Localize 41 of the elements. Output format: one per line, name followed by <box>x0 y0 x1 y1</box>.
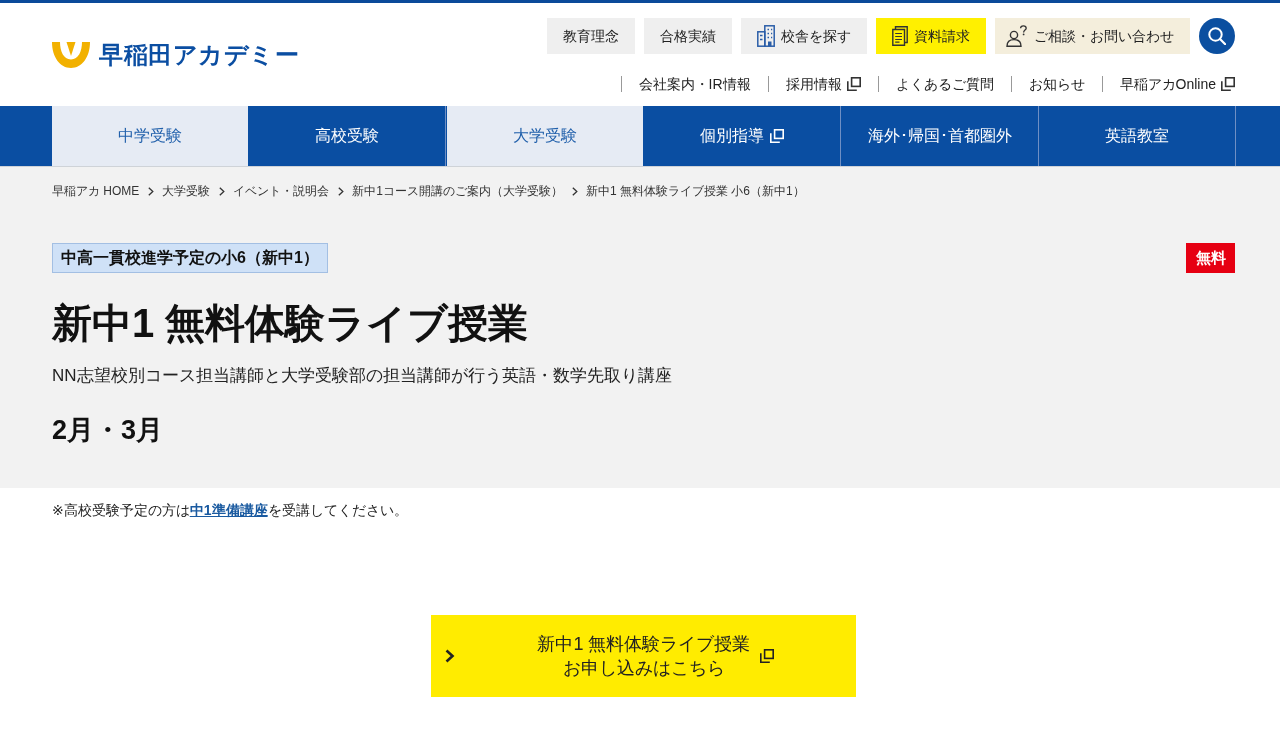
header-button[interactable]: 合格実績 <box>644 18 732 54</box>
page-title: 新中1 無料体験ライブ授業 <box>52 300 530 347</box>
header-button[interactable]: 教育理念 <box>547 18 635 54</box>
period-text: 2月・3月 <box>52 414 165 447</box>
breadcrumb-link[interactable]: 大学受験 <box>162 182 211 200</box>
chevron-right-icon <box>338 186 345 196</box>
breadcrumb-current: 新中1 無料体験ライブ授業 小6（新中1） <box>586 183 805 200</box>
building-icon <box>757 25 775 47</box>
search-button[interactable] <box>1199 18 1235 54</box>
chevron-right-icon <box>219 186 226 196</box>
chevron-right-icon <box>148 186 155 196</box>
main-nav-item[interactable]: 海外･帰国･首都圏外 <box>842 106 1038 166</box>
person-question-icon <box>1006 25 1028 47</box>
main-nav-item[interactable]: 個別指導 <box>644 106 840 166</box>
note-text: ※高校受験予定の方は中1準備講座を受講してください。 <box>52 501 409 520</box>
apply-button[interactable]: 新中1 無料体験ライブ授業 お申し込みはこちら <box>431 615 856 697</box>
header-button[interactable]: ご相談・お問い合わせ <box>995 18 1190 54</box>
search-icon <box>1208 27 1226 45</box>
header-button[interactable]: 校舎を探す <box>741 18 867 54</box>
breadcrumb-link[interactable]: イベント・説明会 <box>233 182 330 200</box>
utility-link[interactable]: 早稲アカOnline <box>1101 76 1235 92</box>
main-nav-item[interactable]: 英語教室 <box>1039 106 1235 166</box>
course-link[interactable]: 中1準備講座 <box>189 502 268 518</box>
document-icon <box>892 26 908 46</box>
breadcrumb-link[interactable]: 新中1コース開講のご案内（大学受験） <box>352 182 564 200</box>
utility-link[interactable]: 採用情報 <box>767 76 878 92</box>
utility-link[interactable]: よくあるご質問 <box>877 76 1011 92</box>
utility-link[interactable]: 会社案内・IR情報 <box>620 76 768 92</box>
page-subtitle: NN志望校別コース担当講師と大学受験部の担当講師が行う英語・数学先取り講座 <box>52 365 673 387</box>
category-tag: 中高一貫校進学予定の小6（新中1） <box>52 243 328 273</box>
logo-icon <box>52 41 90 68</box>
breadcrumb-link[interactable]: 早稲アカ HOME <box>52 182 140 200</box>
main-nav-item[interactable]: 高校受験 <box>249 106 445 166</box>
utility-link[interactable]: お知らせ <box>1010 76 1102 92</box>
free-badge: 無料 <box>1186 243 1235 273</box>
logo-link[interactable]: 早稲田アカデミー <box>52 41 299 68</box>
main-nav-item[interactable]: 中学受験 <box>52 106 248 166</box>
main-nav-item[interactable]: 大学受験 <box>447 106 643 166</box>
header-button[interactable]: 資料請求 <box>876 18 986 54</box>
chevron-right-icon <box>445 649 455 663</box>
chevron-right-icon <box>572 186 579 196</box>
